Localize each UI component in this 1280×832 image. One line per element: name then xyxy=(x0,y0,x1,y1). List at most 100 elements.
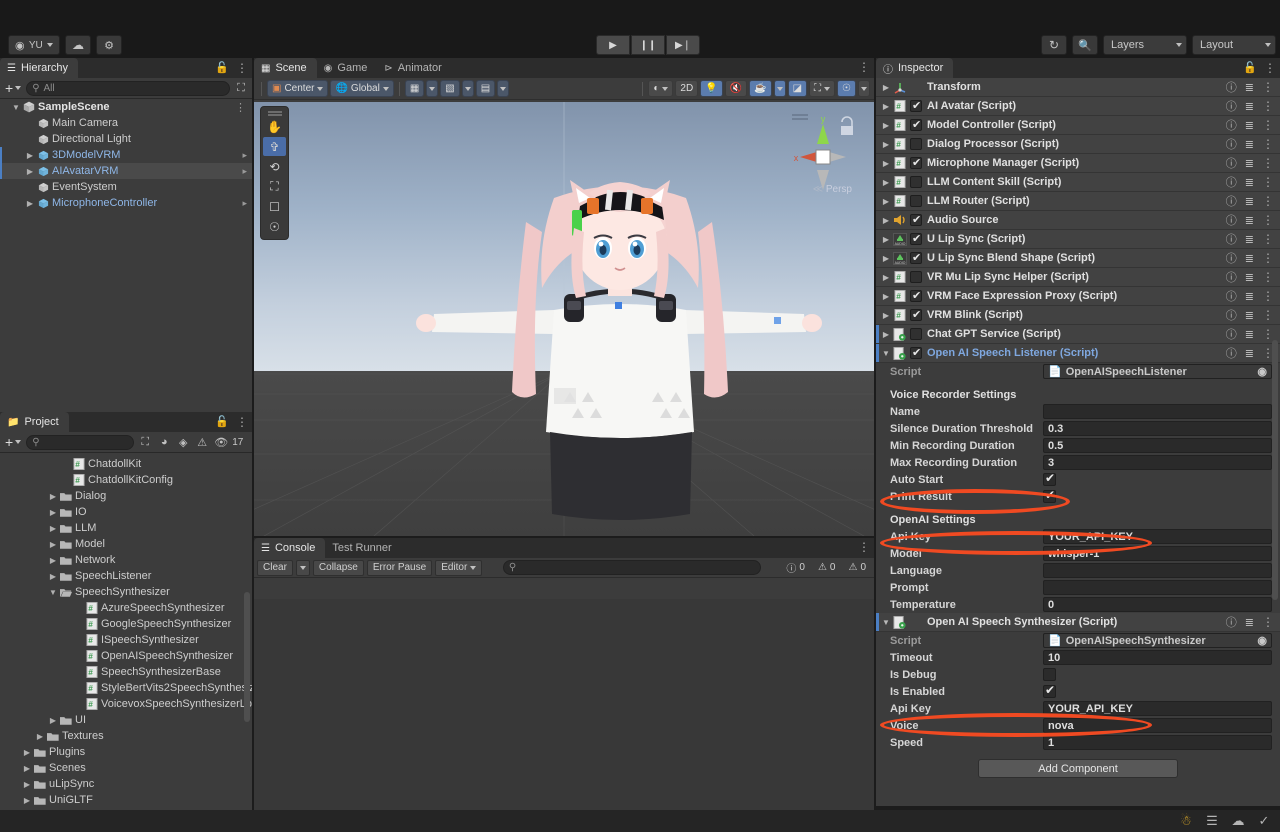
project-item-model[interactable]: ▶Model xyxy=(0,536,252,552)
hand-tool-button[interactable]: ✋ xyxy=(263,117,286,136)
tab-project[interactable]: 📁 Project xyxy=(0,412,69,432)
property-input[interactable] xyxy=(1043,404,1272,419)
property-object-field[interactable]: 📄OpenAISpeechListener◉ xyxy=(1043,364,1272,379)
property-input[interactable]: 0.5 xyxy=(1043,438,1272,453)
lock-icon[interactable]: 🔓 xyxy=(215,61,229,74)
help-icon[interactable]: ⓘ xyxy=(1226,155,1237,171)
project-item-speechsynthesizerbase[interactable]: #SpeechSynthesizerBase xyxy=(0,664,252,680)
expand-arrow[interactable]: ▶ xyxy=(24,167,36,176)
component-enable-checkbox[interactable] xyxy=(910,195,922,207)
component-header-vrm-blink-script-[interactable]: ▶#VRM Blink (Script)ⓘ≣⋮ xyxy=(876,306,1280,325)
console-log-area[interactable] xyxy=(254,599,874,812)
tab-hierarchy[interactable]: ☰ Hierarchy xyxy=(0,58,78,78)
scene-orientation-toggle[interactable]: ☉ xyxy=(837,80,856,97)
preset-icon[interactable]: ≣ xyxy=(1245,119,1254,132)
property-input[interactable]: YOUR_API_KEY xyxy=(1043,529,1272,544)
expand-arrow[interactable]: ▶ xyxy=(21,748,33,757)
kebab-icon[interactable]: ⋮ xyxy=(1262,233,1274,245)
property-input[interactable]: 0.3 xyxy=(1043,421,1272,436)
project-item-openaispeechsynthesizer[interactable]: #OpenAISpeechSynthesizer xyxy=(0,648,252,664)
tab-test-runner[interactable]: Test Runner xyxy=(325,538,401,558)
cloud-button[interactable]: ☁ xyxy=(65,35,91,55)
project-add-button[interactable]: + xyxy=(3,435,23,449)
help-icon[interactable]: ⓘ xyxy=(1226,79,1237,95)
hierarchy-save-search-icon[interactable]: ⛶ xyxy=(233,81,249,96)
tab-inspector[interactable]: ⓘ Inspector xyxy=(876,58,953,78)
packages-icon[interactable]: ◕ xyxy=(156,435,172,450)
warning-count-filter[interactable]: ⚠ 0 xyxy=(813,560,841,576)
expand-arrow[interactable]: ▶ xyxy=(880,292,892,301)
project-item-ispeechsynthesizer[interactable]: #ISpeechSynthesizer xyxy=(0,632,252,648)
component-header-u-lip-sync-blend-shape-script-[interactable]: ▶AUDIOU Lip Sync Blend Shape (Script)ⓘ≣⋮ xyxy=(876,249,1280,268)
rect-tool-button[interactable]: ☐ xyxy=(263,197,286,216)
property-input[interactable]: YOUR_API_KEY xyxy=(1043,701,1272,716)
component-enable-checkbox[interactable] xyxy=(910,119,922,131)
chevron-right-icon[interactable]: ▸ xyxy=(242,150,247,161)
expand-arrow[interactable]: ▶ xyxy=(47,524,59,533)
component-header-vrm-face-expression-proxy-script-[interactable]: ▶#VRM Face Expression Proxy (Script)ⓘ≣⋮ xyxy=(876,287,1280,306)
play-button[interactable]: ▶ xyxy=(596,35,630,55)
project-item-chatdollkitconfig[interactable]: #ChatdollKitConfig xyxy=(0,472,252,488)
tab-console[interactable]: ☰Console xyxy=(254,538,325,558)
pivot-dropdown[interactable]: ▣ Center xyxy=(267,80,328,97)
cloud-off-icon[interactable]: ☁ xyxy=(1230,813,1246,829)
project-item-unigltf[interactable]: ▶UniGLTF xyxy=(0,792,252,808)
expand-arrow[interactable]: ▶ xyxy=(880,83,892,92)
expand-arrow[interactable]: ▼ xyxy=(880,618,892,627)
component-header-vr-mu-lip-sync-helper-script-[interactable]: ▶#VR Mu Lip Sync Helper (Script)ⓘ≣⋮ xyxy=(876,268,1280,287)
project-item-voicevoxspeechsynthesizerload[interactable]: #VoicevoxSpeechSynthesizerLoad xyxy=(0,696,252,712)
expand-arrow[interactable]: ▶ xyxy=(880,102,892,111)
project-tree[interactable]: #ChatdollKit#ChatdollKitConfig▶Dialog▶IO… xyxy=(0,456,252,812)
preset-icon[interactable]: ≣ xyxy=(1245,157,1254,170)
scene-viewport[interactable]: ✋ ✞ ⟲ ⛶ ☐ ☉ y x ≪ xyxy=(254,102,874,536)
component-header-audio-source[interactable]: ▶Audio Sourceⓘ≣⋮ xyxy=(876,211,1280,230)
component-enable-checkbox[interactable] xyxy=(910,157,922,169)
help-icon[interactable]: ⓘ xyxy=(1226,269,1237,285)
clear-dropdown[interactable] xyxy=(296,560,310,576)
toggle-2d[interactable]: 2D xyxy=(675,80,698,97)
tab-scene[interactable]: ▦Scene xyxy=(254,58,317,78)
grid-visibility-toggle[interactable]: ▤ xyxy=(476,80,495,97)
component-header-ai-avatar-script-[interactable]: ▶#AI Avatar (Script)ⓘ≣⋮ xyxy=(876,97,1280,116)
error-count-filter[interactable]: ⚠ 0 xyxy=(843,560,871,576)
project-item-googlespeechsynthesizer[interactable]: #GoogleSpeechSynthesizer xyxy=(0,616,252,632)
object-picker-icon[interactable]: ◉ xyxy=(1257,365,1267,378)
property-input[interactable] xyxy=(1043,580,1272,595)
component-header-llm-router-script-[interactable]: ▶#LLM Router (Script)ⓘ≣⋮ xyxy=(876,192,1280,211)
grid-visibility-dropdown[interactable] xyxy=(497,80,509,97)
preset-icon[interactable]: ≣ xyxy=(1245,616,1254,629)
help-icon[interactable]: ⓘ xyxy=(1226,326,1237,342)
preset-icon[interactable]: ≣ xyxy=(1245,271,1254,284)
search-button[interactable]: 🔍 xyxy=(1072,35,1098,55)
lock-icon[interactable]: 🔓 xyxy=(1243,61,1257,74)
check-circle-icon[interactable]: ✓ xyxy=(1256,813,1272,829)
object-picker-icon[interactable]: ◉ xyxy=(1257,634,1267,647)
preset-icon[interactable]: ≣ xyxy=(1245,214,1254,227)
hierarchy-item-microphonecontroller[interactable]: ▶MicrophoneController▸ xyxy=(0,195,252,211)
vrm-avatar-model[interactable] xyxy=(254,102,874,536)
expand-arrow[interactable]: ▼ xyxy=(880,349,892,358)
tab-game[interactable]: ◉Game xyxy=(317,58,378,78)
preset-icon[interactable]: ≣ xyxy=(1245,328,1254,341)
clear-button[interactable]: Clear xyxy=(257,560,293,576)
component-header-microphone-manager-script-[interactable]: ▶#Microphone Manager (Script)ⓘ≣⋮ xyxy=(876,154,1280,173)
property-input[interactable] xyxy=(1043,563,1272,578)
property-input[interactable]: 0 xyxy=(1043,597,1272,612)
component-enable-checkbox[interactable] xyxy=(910,309,922,321)
kebab-icon[interactable]: ⋮ xyxy=(235,101,246,114)
step-button[interactable]: ▶❘ xyxy=(666,35,700,55)
kebab-icon[interactable]: ⋮ xyxy=(1262,252,1274,264)
component-enable-checkbox[interactable] xyxy=(910,138,922,150)
chevron-right-icon[interactable]: ▸ xyxy=(242,198,247,209)
expand-arrow[interactable]: ▶ xyxy=(47,540,59,549)
component-enable-checkbox[interactable] xyxy=(910,271,922,283)
project-item-dialog[interactable]: ▶Dialog xyxy=(0,488,252,504)
expand-arrow[interactable]: ▶ xyxy=(21,796,33,805)
expand-arrow[interactable]: ▶ xyxy=(880,254,892,263)
project-save-search-icon[interactable]: ⛶ xyxy=(137,435,153,450)
component-header-dialog-processor-script-[interactable]: ▶#Dialog Processor (Script)ⓘ≣⋮ xyxy=(876,135,1280,154)
property-input[interactable]: nova xyxy=(1043,718,1272,733)
project-item-textures[interactable]: ▶Textures xyxy=(0,728,252,744)
hierarchy-search-input[interactable]: ⚲ All xyxy=(26,81,230,96)
project-item-scenes[interactable]: ▶Scenes xyxy=(0,760,252,776)
